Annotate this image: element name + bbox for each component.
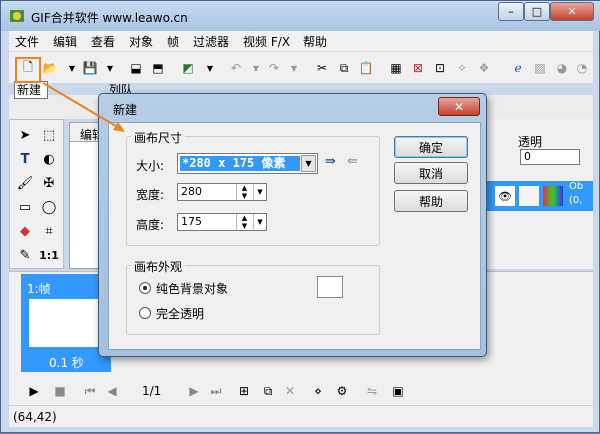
- annotation-arrow: [42, 82, 125, 132]
- app-window: GIF合并软件 www.leawo.cn – □ ✕ 文件 编辑 查看 对象 帧…: [0, 0, 600, 433]
